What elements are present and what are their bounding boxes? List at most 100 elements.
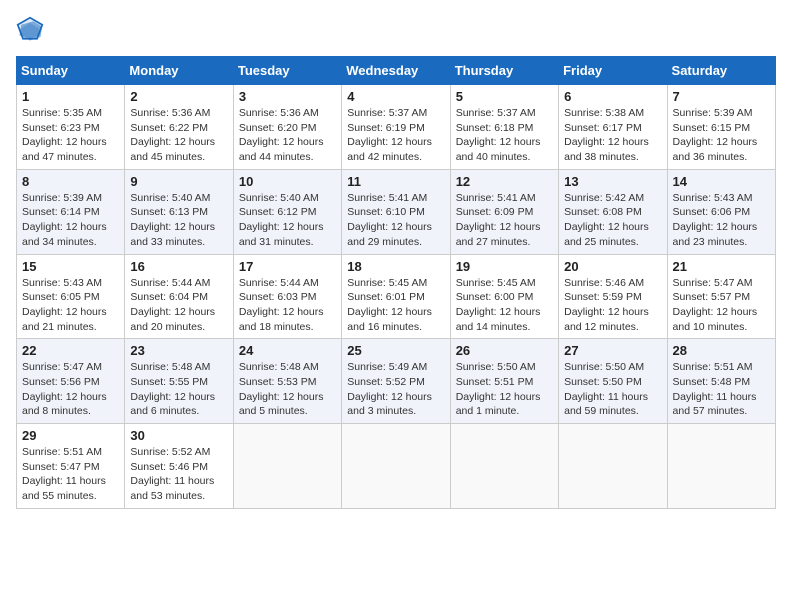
- day-number: 19: [456, 259, 553, 274]
- calendar-body: 1 Sunrise: 5:35 AM Sunset: 6:23 PM Daylig…: [17, 85, 776, 509]
- day-number: 5: [456, 89, 553, 104]
- day-info: Sunrise: 5:45 AM Sunset: 6:01 PM Dayligh…: [347, 276, 444, 335]
- day-info: Sunrise: 5:40 AM Sunset: 6:13 PM Dayligh…: [130, 191, 227, 250]
- day-cell-12: 12 Sunrise: 5:41 AM Sunset: 6:09 PM Dayli…: [450, 169, 558, 254]
- day-info: Sunrise: 5:38 AM Sunset: 6:17 PM Dayligh…: [564, 106, 661, 165]
- day-cell-9: 9 Sunrise: 5:40 AM Sunset: 6:13 PM Daylig…: [125, 169, 233, 254]
- week-row-1: 1 Sunrise: 5:35 AM Sunset: 6:23 PM Daylig…: [17, 85, 776, 170]
- logo-icon: [16, 16, 44, 44]
- day-cell-24: 24Sunrise: 5:48 AM Sunset: 5:53 PM Dayli…: [233, 339, 341, 424]
- day-number: 14: [673, 174, 770, 189]
- day-info: Sunrise: 5:43 AM Sunset: 6:06 PM Dayligh…: [673, 191, 770, 250]
- col-header-wednesday: Wednesday: [342, 57, 450, 85]
- empty-cell: [559, 424, 667, 509]
- day-number: 11: [347, 174, 444, 189]
- col-header-tuesday: Tuesday: [233, 57, 341, 85]
- day-info: Sunrise: 5:48 AM Sunset: 5:55 PM Dayligh…: [130, 360, 227, 419]
- col-header-thursday: Thursday: [450, 57, 558, 85]
- day-cell-28: 28Sunrise: 5:51 AM Sunset: 5:48 PM Dayli…: [667, 339, 775, 424]
- day-info: Sunrise: 5:50 AM Sunset: 5:51 PM Dayligh…: [456, 360, 553, 419]
- day-cell-8: 8 Sunrise: 5:39 AM Sunset: 6:14 PM Daylig…: [17, 169, 125, 254]
- logo: [16, 16, 48, 44]
- day-info: Sunrise: 5:36 AM Sunset: 6:20 PM Dayligh…: [239, 106, 336, 165]
- day-cell-26: 26 Sunrise: 5:50 AM Sunset: 5:51 PM Dayli…: [450, 339, 558, 424]
- day-info: Sunrise: 5:46 AM Sunset: 5:59 PM Dayligh…: [564, 276, 661, 335]
- day-cell-16: 16 Sunrise: 5:44 AM Sunset: 6:04 PM Dayli…: [125, 254, 233, 339]
- day-cell-3: 3 Sunrise: 5:36 AM Sunset: 6:20 PM Daylig…: [233, 85, 341, 170]
- day-number: 27: [564, 343, 661, 358]
- day-info: Sunrise: 5:44 AM Sunset: 6:04 PM Dayligh…: [130, 276, 227, 335]
- day-number: 25: [347, 343, 444, 358]
- day-number: 8: [22, 174, 119, 189]
- day-number: 10: [239, 174, 336, 189]
- day-cell-11: 11Sunrise: 5:41 AM Sunset: 6:10 PM Dayli…: [342, 169, 450, 254]
- day-cell-14: 14 Sunrise: 5:43 AM Sunset: 6:06 PM Dayli…: [667, 169, 775, 254]
- week-row-4: 22 Sunrise: 5:47 AM Sunset: 5:56 PM Dayli…: [17, 339, 776, 424]
- day-number: 26: [456, 343, 553, 358]
- day-number: 30: [130, 428, 227, 443]
- day-cell-10: 10 Sunrise: 5:40 AM Sunset: 6:12 PM Dayli…: [233, 169, 341, 254]
- empty-cell: [233, 424, 341, 509]
- day-number: 4: [347, 89, 444, 104]
- day-cell-30: 30 Sunrise: 5:52 AM Sunset: 5:46 PM Dayli…: [125, 424, 233, 509]
- day-number: 9: [130, 174, 227, 189]
- col-header-monday: Monday: [125, 57, 233, 85]
- day-cell-20: 20 Sunrise: 5:46 AM Sunset: 5:59 PM Dayli…: [559, 254, 667, 339]
- day-number: 12: [456, 174, 553, 189]
- day-info: Sunrise: 5:42 AM Sunset: 6:08 PM Dayligh…: [564, 191, 661, 250]
- day-cell-25: 25 Sunrise: 5:49 AM Sunset: 5:52 PM Dayli…: [342, 339, 450, 424]
- day-info: Sunrise: 5:47 AM Sunset: 5:57 PM Dayligh…: [673, 276, 770, 335]
- day-info: Sunrise: 5:41 AM Sunset: 6:09 PM Dayligh…: [456, 191, 553, 250]
- week-row-2: 8 Sunrise: 5:39 AM Sunset: 6:14 PM Daylig…: [17, 169, 776, 254]
- page-header: [16, 16, 776, 44]
- day-cell-18: 18 Sunrise: 5:45 AM Sunset: 6:01 PM Dayli…: [342, 254, 450, 339]
- day-cell-15: 15Sunrise: 5:43 AM Sunset: 6:05 PM Dayli…: [17, 254, 125, 339]
- day-info: Sunrise: 5:39 AM Sunset: 6:14 PM Dayligh…: [22, 191, 119, 250]
- day-cell-29: 29 Sunrise: 5:51 AM Sunset: 5:47 PM Dayli…: [17, 424, 125, 509]
- day-info: Sunrise: 5:44 AM Sunset: 6:03 PM Dayligh…: [239, 276, 336, 335]
- day-number: 23: [130, 343, 227, 358]
- day-cell-22: 22 Sunrise: 5:47 AM Sunset: 5:56 PM Dayli…: [17, 339, 125, 424]
- empty-cell: [342, 424, 450, 509]
- day-info: Sunrise: 5:35 AM Sunset: 6:23 PM Dayligh…: [22, 106, 119, 165]
- day-number: 18: [347, 259, 444, 274]
- day-number: 15: [22, 259, 119, 274]
- day-info: Sunrise: 5:52 AM Sunset: 5:46 PM Dayligh…: [130, 445, 227, 504]
- empty-cell: [450, 424, 558, 509]
- day-info: Sunrise: 5:45 AM Sunset: 6:00 PM Dayligh…: [456, 276, 553, 335]
- day-number: 24: [239, 343, 336, 358]
- week-row-3: 15Sunrise: 5:43 AM Sunset: 6:05 PM Dayli…: [17, 254, 776, 339]
- day-info: Sunrise: 5:37 AM Sunset: 6:18 PM Dayligh…: [456, 106, 553, 165]
- calendar-header-row: SundayMondayTuesdayWednesdayThursdayFrid…: [17, 57, 776, 85]
- day-info: Sunrise: 5:40 AM Sunset: 6:12 PM Dayligh…: [239, 191, 336, 250]
- day-number: 2: [130, 89, 227, 104]
- day-cell-19: 19 Sunrise: 5:45 AM Sunset: 6:00 PM Dayli…: [450, 254, 558, 339]
- day-info: Sunrise: 5:37 AM Sunset: 6:19 PM Dayligh…: [347, 106, 444, 165]
- day-number: 3: [239, 89, 336, 104]
- day-number: 16: [130, 259, 227, 274]
- day-number: 22: [22, 343, 119, 358]
- day-number: 7: [673, 89, 770, 104]
- day-number: 6: [564, 89, 661, 104]
- day-number: 1: [22, 89, 119, 104]
- day-cell-5: 5 Sunrise: 5:37 AM Sunset: 6:18 PM Daylig…: [450, 85, 558, 170]
- day-number: 29: [22, 428, 119, 443]
- col-header-sunday: Sunday: [17, 57, 125, 85]
- day-cell-7: 7 Sunrise: 5:39 AM Sunset: 6:15 PM Daylig…: [667, 85, 775, 170]
- day-cell-17: 17 Sunrise: 5:44 AM Sunset: 6:03 PM Dayli…: [233, 254, 341, 339]
- day-number: 20: [564, 259, 661, 274]
- day-number: 21: [673, 259, 770, 274]
- day-info: Sunrise: 5:47 AM Sunset: 5:56 PM Dayligh…: [22, 360, 119, 419]
- day-info: Sunrise: 5:49 AM Sunset: 5:52 PM Dayligh…: [347, 360, 444, 419]
- week-row-5: 29 Sunrise: 5:51 AM Sunset: 5:47 PM Dayli…: [17, 424, 776, 509]
- day-info: Sunrise: 5:39 AM Sunset: 6:15 PM Dayligh…: [673, 106, 770, 165]
- day-info: Sunrise: 5:51 AM Sunset: 5:48 PM Dayligh…: [673, 360, 770, 419]
- day-info: Sunrise: 5:36 AM Sunset: 6:22 PM Dayligh…: [130, 106, 227, 165]
- day-cell-27: 27 Sunrise: 5:50 AM Sunset: 5:50 PM Dayli…: [559, 339, 667, 424]
- day-number: 17: [239, 259, 336, 274]
- day-cell-2: 2 Sunrise: 5:36 AM Sunset: 6:22 PM Daylig…: [125, 85, 233, 170]
- day-info: Sunrise: 5:51 AM Sunset: 5:47 PM Dayligh…: [22, 445, 119, 504]
- day-info: Sunrise: 5:50 AM Sunset: 5:50 PM Dayligh…: [564, 360, 661, 419]
- col-header-friday: Friday: [559, 57, 667, 85]
- col-header-saturday: Saturday: [667, 57, 775, 85]
